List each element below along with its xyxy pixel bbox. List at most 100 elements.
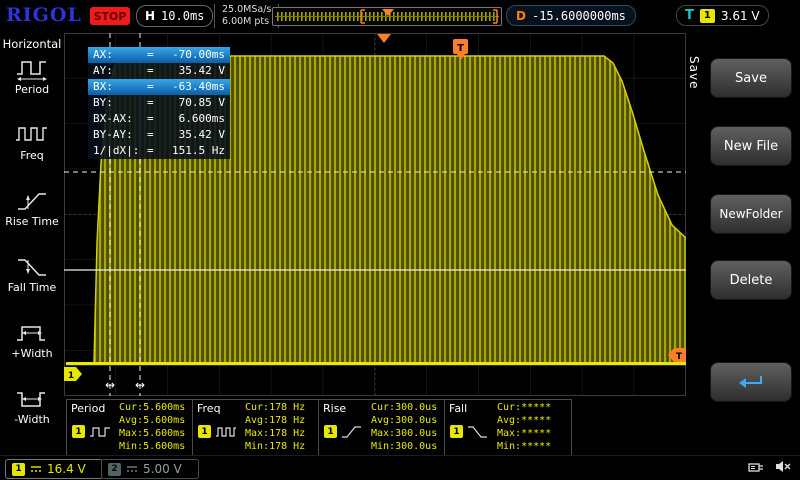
menu-item-plus-width[interactable]: +Width — [0, 320, 64, 360]
channel2-status[interactable]: 2 5.00 V — [101, 459, 199, 479]
menu-item-period[interactable]: Period — [0, 56, 64, 96]
cursor-eq: = — [147, 80, 154, 93]
measurement-source-badge: 1 — [324, 425, 337, 438]
return-arrow-icon — [739, 376, 762, 388]
measurement-name: Rise — [323, 402, 347, 415]
right-menu-tab: Save — [687, 56, 701, 90]
cursor-row-ay: AY: = 35.42 V — [88, 63, 230, 79]
acquisition-info: 25.0MSa/s 6.00M pts — [214, 4, 280, 28]
menu-item-label: Period — [14, 83, 50, 96]
menu-item-label: -Width — [14, 413, 50, 426]
trigger-delay-group[interactable]: D -15.6000000ms — [506, 5, 636, 26]
left-menu-title: Horizontal — [2, 37, 62, 51]
delay-label: D — [516, 8, 526, 23]
measurement-cur: Cur:300.0us — [371, 402, 438, 413]
trigger-status-group[interactable]: T 1 3.61 V — [676, 5, 769, 26]
delete-button[interactable]: Delete — [710, 260, 792, 300]
cursor-label: 1/|dX|: — [93, 144, 140, 157]
cursor-row-ax[interactable]: AX: = -70.00ms — [88, 47, 230, 63]
measurement-max: Max:***** — [497, 428, 552, 439]
timebase-value: 10.0ms — [161, 9, 205, 23]
menu-item-minus-width[interactable]: -Width — [0, 386, 64, 426]
measurement-avg: Avg:5.600ms — [119, 415, 186, 426]
measurement-cur: Cur:***** — [497, 402, 552, 413]
bottom-status-bar: 1 16.4 V 2 5.00 V — [0, 455, 800, 480]
cursor-row-bx[interactable]: BX: = -63.40ms — [88, 79, 230, 95]
channel2-scale: 5.00 V — [143, 462, 182, 476]
channel2-badge: 2 — [108, 462, 121, 476]
measurement-source-badge: 1 — [72, 425, 85, 438]
waveform-preview-bar[interactable] — [272, 7, 502, 26]
cursor-value: 70.85 V — [178, 96, 225, 109]
measurement-max: Max:5.600ms — [119, 428, 186, 439]
back-button[interactable] — [710, 362, 792, 402]
top-status-bar: RIGOL STOP H 10.0ms 25.0MSa/s 6.00M pts — [0, 0, 800, 32]
cursor-value: -63.40ms — [172, 80, 225, 93]
save-button[interactable]: Save — [710, 58, 792, 98]
freq-glyph-icon — [216, 427, 236, 437]
measurement-avg: Avg:178 Hz — [245, 415, 306, 426]
channel1-status[interactable]: 1 16.4 V — [5, 459, 103, 479]
period-icon — [17, 61, 47, 81]
cursor-b-arrow-icon: ↔ — [135, 378, 145, 392]
cursor-eq: = — [147, 48, 154, 61]
ch1-baseline — [66, 362, 686, 366]
rigol-logo: RIGOL — [6, 4, 82, 26]
measurement-name: Fall — [449, 402, 468, 415]
trigger-source-badge: 1 — [699, 8, 715, 23]
measurement-box-period[interactable]: Period 1 Cur:5.600ms Avg:5.600ms Max:5.6… — [66, 399, 194, 456]
ch2-coupling-icon — [127, 466, 137, 472]
trigger-level-value: 3.61 V — [720, 8, 760, 23]
menu-item-label: Rise Time — [5, 215, 59, 228]
cursor-eq: = — [147, 128, 154, 141]
cursor-row-bx-ax: BX-AX: = 6.600ms — [88, 111, 230, 127]
trigger-label: T — [685, 8, 694, 23]
plus-width-icon — [17, 326, 45, 341]
minus-width-icon — [17, 392, 45, 407]
menu-item-label: Fall Time — [7, 281, 57, 294]
measurement-avg: Avg:300.0us — [371, 415, 438, 426]
left-measure-menu: Horizontal Period Freq Rise Time Fall Ti… — [0, 32, 64, 455]
measurement-cur: Cur:178 Hz — [245, 402, 306, 413]
cursor-label: BY-AY: — [93, 128, 133, 141]
measurement-cur: Cur:5.600ms — [119, 402, 186, 413]
cursor-row-by: BY: = 70.85 V — [88, 95, 230, 111]
svg-text:1: 1 — [68, 371, 74, 381]
fall-time-icon — [18, 259, 46, 276]
new-file-button[interactable]: New File — [710, 126, 792, 166]
measurement-min: Min:178 Hz — [245, 441, 306, 452]
cursor-label: AX: — [93, 48, 113, 61]
measurement-name: Freq — [197, 402, 221, 415]
new-folder-button[interactable]: NewFolder — [710, 194, 792, 234]
menu-item-label: Freq — [20, 149, 44, 162]
measurement-max: Max:178 Hz — [245, 428, 306, 439]
cursor-label: BY: — [93, 96, 113, 109]
channel1-badge: 1 — [12, 462, 25, 476]
ch1-coupling-icon — [31, 466, 41, 472]
speaker-mute-icon — [776, 461, 791, 472]
cursor-a-arrow-icon: ↔ — [105, 378, 115, 392]
menu-item-freq[interactable]: Freq — [0, 122, 64, 162]
cursor-eq: = — [147, 64, 154, 77]
cursor-eq: = — [147, 96, 154, 109]
rise-glyph-icon — [342, 426, 361, 438]
cursor-label: AY: — [93, 64, 113, 77]
cursor-label: BX: — [93, 80, 113, 93]
period-glyph-icon — [90, 427, 110, 437]
menu-item-fall-time[interactable]: Fall Time — [0, 254, 64, 294]
cursor-value: 151.5 Hz — [172, 144, 225, 157]
rise-time-icon — [18, 193, 46, 210]
cursor-value: 6.600ms — [178, 112, 225, 125]
measurement-min: Min:***** — [497, 441, 552, 452]
measurement-box-freq[interactable]: Freq 1 Cur:178 Hz Avg:178 Hz Max:178 Hz … — [192, 399, 320, 456]
run-stop-indicator[interactable]: STOP — [90, 7, 130, 25]
menu-item-rise-time[interactable]: Rise Time — [0, 188, 64, 228]
usb-icon — [748, 462, 763, 472]
measurement-box-fall[interactable]: Fall 1 Cur:***** Avg:***** Max:***** Min… — [444, 399, 572, 456]
cursor-row-by-ay: BY-AY: = 35.42 V — [88, 127, 230, 143]
cursor-label: BX-AX: — [93, 112, 133, 125]
horizontal-timebase-group[interactable]: H 10.0ms — [136, 5, 214, 27]
preview-waveform-icon — [275, 9, 499, 24]
oscilloscope-screen: RIGOL STOP H 10.0ms 25.0MSa/s 6.00M pts — [0, 0, 800, 480]
measurement-box-rise[interactable]: Rise 1 Cur:300.0us Avg:300.0us Max:300.0… — [318, 399, 446, 456]
